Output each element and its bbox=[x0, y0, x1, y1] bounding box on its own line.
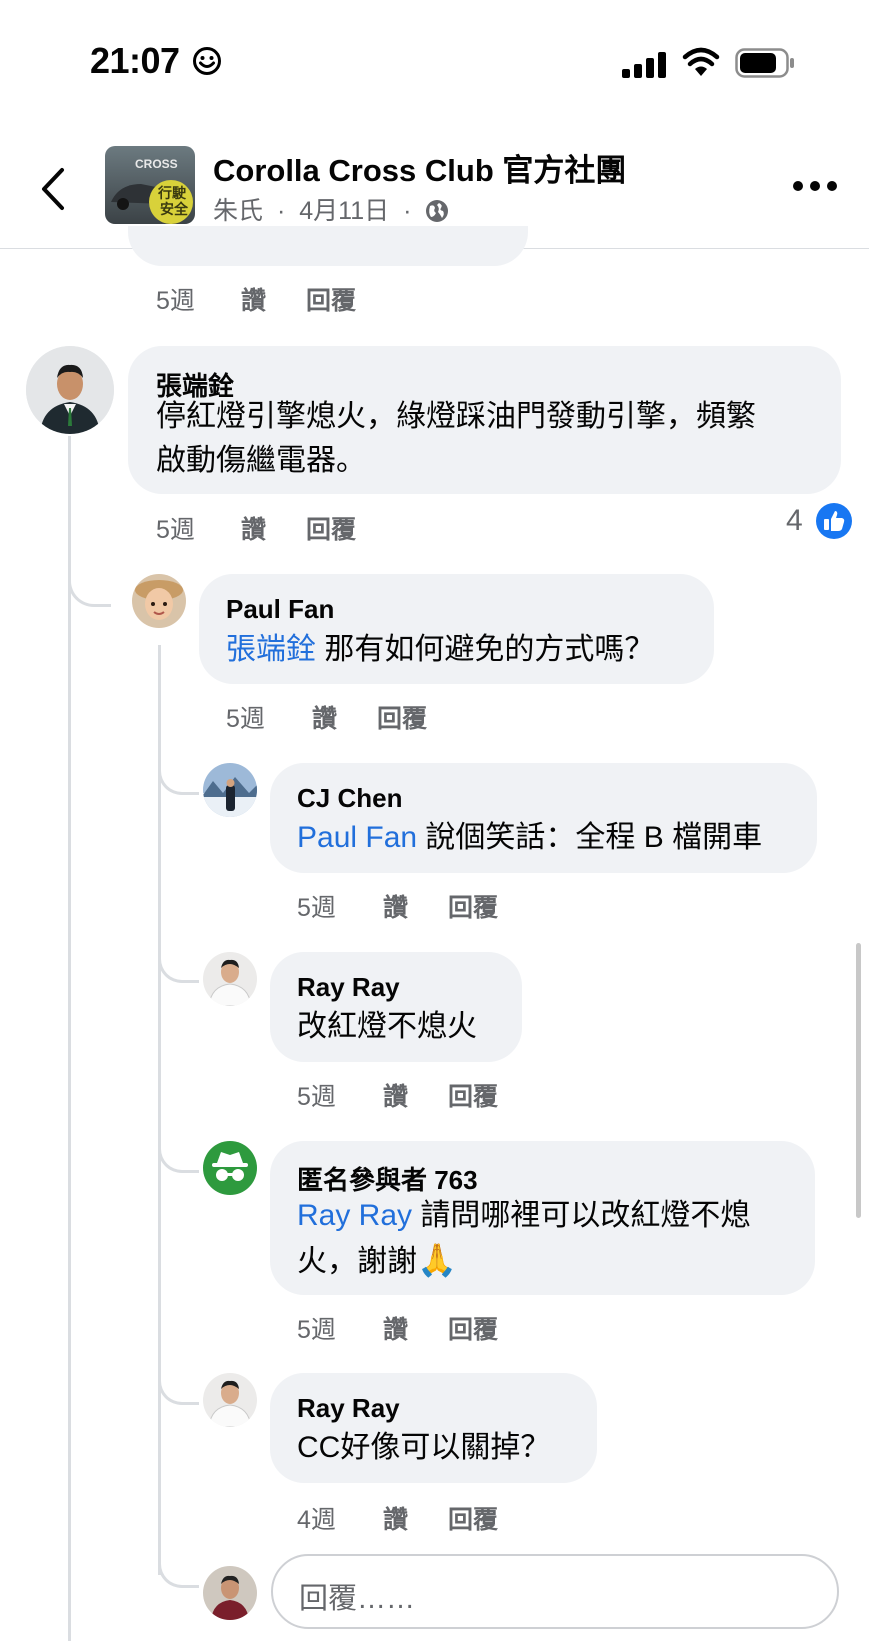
reply-button[interactable]: 回覆 bbox=[448, 1500, 498, 1536]
comment-text: Ray Ray 請問哪裡可以改紅燈不熄 bbox=[297, 1194, 750, 1238]
thread-branch bbox=[158, 762, 199, 795]
group-avatar[interactable]: CROSS 行駛 安全 bbox=[105, 146, 195, 224]
meta-separator: · bbox=[403, 197, 412, 225]
svg-text:行駛: 行駛 bbox=[157, 185, 187, 201]
battery-icon bbox=[735, 48, 794, 78]
avatar[interactable] bbox=[26, 346, 114, 434]
comment-time: 5週 bbox=[297, 1316, 336, 1344]
thread-line bbox=[158, 645, 161, 1575]
comment-time: 5週 bbox=[226, 705, 265, 733]
anonymous-avatar-icon bbox=[203, 1141, 257, 1195]
status-time: 21:07 bbox=[90, 40, 180, 81]
commenter-name[interactable]: CJ Chen bbox=[297, 783, 402, 814]
avatar[interactable] bbox=[132, 574, 186, 628]
avatar[interactable] bbox=[203, 1373, 257, 1427]
back-arrow-icon[interactable] bbox=[38, 166, 68, 212]
comment-text: 啟動傷繼電器。 bbox=[156, 444, 366, 477]
like-reaction-icon[interactable] bbox=[815, 502, 853, 540]
comment-body: 說個笑話：全程 B 檔開車 bbox=[417, 821, 763, 854]
reaction-count[interactable]: 4 bbox=[786, 504, 803, 538]
mention-link[interactable]: Ray Ray bbox=[297, 1199, 412, 1232]
commenter-name[interactable]: Paul Fan bbox=[226, 594, 334, 625]
thread-branch bbox=[158, 1372, 199, 1405]
mention-link[interactable]: Paul Fan bbox=[297, 821, 417, 854]
svg-text:安全: 安全 bbox=[160, 201, 189, 217]
like-button[interactable]: 讚 bbox=[241, 281, 266, 317]
folded-hands-emoji: 🙏 bbox=[417, 1242, 457, 1278]
reply-button[interactable]: 回覆 bbox=[306, 510, 356, 546]
comment-body: 那有如何避免的方式嗎？ bbox=[316, 633, 655, 666]
comment-time: 4週 bbox=[297, 1506, 336, 1534]
like-button[interactable]: 讚 bbox=[383, 888, 408, 924]
comment-text: 停紅燈引擎熄火，綠燈踩油門發動引擎，頻繁 bbox=[156, 400, 756, 433]
thread-line bbox=[68, 436, 71, 1641]
thread-branch bbox=[68, 570, 111, 607]
avatar[interactable] bbox=[203, 763, 257, 817]
commenter-name[interactable]: Ray Ray bbox=[297, 1393, 400, 1424]
svg-text:CROSS: CROSS bbox=[135, 157, 178, 171]
reply-input[interactable]: 回覆…… bbox=[271, 1554, 839, 1629]
group-title[interactable]: Corolla Cross Club 官方社團 bbox=[213, 145, 626, 190]
reply-button[interactable]: 回覆 bbox=[448, 1077, 498, 1113]
comment-text: Paul Fan 說個笑話：全程 B 檔開車 bbox=[297, 816, 762, 860]
globe-icon bbox=[426, 200, 449, 222]
thread-branch bbox=[158, 1555, 199, 1588]
smiley-icon bbox=[193, 47, 221, 75]
cellular-signal-icon bbox=[622, 52, 666, 78]
reply-button[interactable]: 回覆 bbox=[448, 888, 498, 924]
avatar[interactable] bbox=[203, 952, 257, 1006]
comment-time: 5週 bbox=[297, 894, 336, 922]
commenter-name[interactable]: Ray Ray bbox=[297, 972, 400, 1003]
previous-comment-bubble bbox=[128, 226, 528, 266]
my-avatar bbox=[203, 1566, 257, 1620]
like-button[interactable]: 讚 bbox=[383, 1500, 408, 1536]
thread-branch bbox=[158, 1140, 199, 1173]
comment-text: CC好像可以關掉？ bbox=[297, 1431, 551, 1464]
reply-button[interactable]: 回覆 bbox=[306, 281, 356, 317]
comment-text: 改紅燈不熄火 bbox=[297, 1010, 477, 1043]
comment-body: 請問哪裡可以改紅燈不熄 bbox=[412, 1199, 751, 1232]
more-options-icon[interactable] bbox=[792, 180, 838, 192]
meta-separator: · bbox=[276, 197, 286, 225]
like-button[interactable]: 讚 bbox=[312, 699, 337, 735]
like-button[interactable]: 讚 bbox=[383, 1077, 408, 1113]
post-author[interactable]: 朱氏 bbox=[213, 197, 263, 225]
comment-text: 張端銓 那有如何避免的方式嗎？ bbox=[226, 628, 654, 672]
post-date[interactable]: 4月11日 bbox=[299, 197, 389, 225]
commenter-name[interactable]: 匿名參與者 763 bbox=[297, 1160, 478, 1197]
like-button[interactable]: 讚 bbox=[241, 510, 266, 546]
scrollbar[interactable] bbox=[856, 943, 861, 1218]
mention-link[interactable]: 張端銓 bbox=[226, 633, 316, 666]
reply-button[interactable]: 回覆 bbox=[448, 1310, 498, 1346]
wifi-icon bbox=[682, 47, 720, 76]
comment-time: 5週 bbox=[297, 1083, 336, 1111]
comment-body: 火，謝謝 bbox=[297, 1245, 417, 1278]
thread-branch bbox=[158, 950, 199, 983]
post-meta: 朱氏 · 4月11日 · bbox=[213, 191, 449, 227]
reply-placeholder: 回覆…… bbox=[299, 1583, 416, 1615]
comment-text: 火，謝謝🙏 bbox=[297, 1238, 457, 1284]
comment-time: 5週 bbox=[156, 287, 195, 315]
comment-time: 5週 bbox=[156, 516, 195, 544]
like-button[interactable]: 讚 bbox=[383, 1310, 408, 1346]
reply-button[interactable]: 回覆 bbox=[377, 699, 427, 735]
